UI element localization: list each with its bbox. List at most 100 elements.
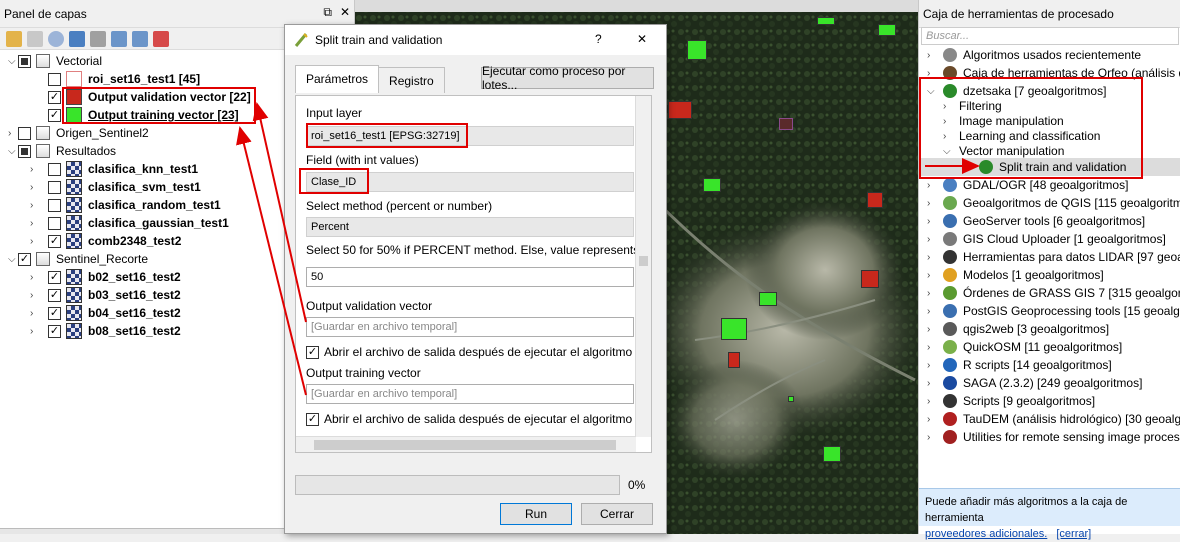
chevron-right-icon[interactable]: › bbox=[30, 164, 40, 175]
dialog-close-button[interactable]: ✕ bbox=[637, 32, 647, 46]
chevron-right-icon[interactable]: › bbox=[927, 396, 937, 407]
toolbox-item[interactable]: › Scripts [9 geoalgoritmos] bbox=[927, 392, 1095, 410]
layer-knn[interactable]: › clasifica_knn_test1 bbox=[30, 160, 198, 178]
group-checkbox[interactable] bbox=[18, 126, 31, 140]
filter-icon[interactable] bbox=[69, 30, 85, 47]
chevron-right-icon[interactable]: › bbox=[30, 236, 40, 247]
chevron-right-icon[interactable]: › bbox=[927, 198, 937, 209]
chevron-right-icon[interactable]: › bbox=[927, 342, 937, 353]
help-button[interactable]: ? bbox=[595, 32, 602, 46]
dialog-titlebar[interactable]: Split train and validation ? ✕ bbox=[285, 25, 666, 55]
chevron-right-icon[interactable]: › bbox=[927, 414, 937, 425]
toolbox-item[interactable]: › Modelos [1 geoalgoritmos] bbox=[927, 266, 1104, 284]
toolbox-item[interactable]: › Geoalgoritmos de QGIS [115 geoalgoritmo… bbox=[927, 194, 1180, 212]
group-vectorial[interactable]: ⌵ Vectorial bbox=[8, 52, 102, 70]
vertical-scrollbar[interactable] bbox=[635, 96, 651, 437]
chevron-right-icon[interactable]: › bbox=[927, 234, 937, 245]
cerrar-button[interactable]: Cerrar bbox=[581, 503, 653, 525]
training-output-field[interactable]: [Guardar en archivo temporal] bbox=[306, 384, 634, 404]
toolbox-item[interactable]: › Órdenes de GRASS GIS 7 [315 geoalgoritm… bbox=[927, 284, 1180, 302]
chevron-down-icon[interactable]: ⌵ bbox=[8, 146, 18, 157]
add-group-icon[interactable] bbox=[27, 30, 43, 47]
chevron-right-icon[interactable]: › bbox=[927, 252, 937, 263]
layer-checkbox[interactable]: ✓ bbox=[48, 234, 61, 248]
remove-layer-icon[interactable] bbox=[153, 30, 169, 47]
run-button[interactable]: Run bbox=[500, 503, 572, 525]
chevron-right-icon[interactable]: › bbox=[927, 432, 937, 443]
batch-process-button[interactable]: Ejecutar como proceso por lotes... bbox=[481, 64, 654, 92]
collapse-all-icon[interactable] bbox=[132, 30, 148, 47]
group-checkbox[interactable] bbox=[18, 54, 31, 68]
chevron-right-icon[interactable]: › bbox=[30, 290, 40, 301]
layer-checkbox[interactable] bbox=[48, 180, 61, 194]
layer-comb[interactable]: › ✓ comb2348_test2 bbox=[30, 232, 181, 250]
toolbox-item[interactable]: › Utilities for remote sensing image proc… bbox=[927, 428, 1180, 446]
visibility-icon[interactable] bbox=[48, 30, 64, 47]
layer-b08[interactable]: › ✓ b08_set16_test2 bbox=[30, 322, 181, 340]
group-checkbox[interactable]: ✓ bbox=[18, 252, 31, 266]
chevron-right-icon[interactable]: › bbox=[927, 306, 937, 317]
chevron-right-icon[interactable]: › bbox=[8, 128, 18, 139]
expression-filter-icon[interactable] bbox=[90, 30, 106, 47]
close-info-link[interactable]: [cerrar] bbox=[1056, 528, 1091, 540]
close-panel-icon[interactable]: ✕ bbox=[340, 5, 350, 20]
group-sentinel[interactable]: ⌵ ✓ Sentinel_Recorte bbox=[8, 250, 148, 268]
layer-checkbox[interactable] bbox=[48, 72, 61, 86]
chevron-right-icon[interactable]: › bbox=[30, 182, 40, 193]
layer-checkbox[interactable]: ✓ bbox=[48, 306, 61, 320]
tab-parametros[interactable]: Parámetros bbox=[295, 65, 380, 93]
group-origen[interactable]: › Origen_Sentinel2 bbox=[8, 124, 149, 142]
open-training-checkbox[interactable]: ✓ Abrir el archivo de salida después de … bbox=[306, 412, 632, 426]
validation-output-field[interactable]: [Guardar en archivo temporal] bbox=[306, 317, 634, 337]
group-resultados[interactable]: ⌵ Resultados bbox=[8, 142, 116, 160]
chevron-right-icon[interactable]: › bbox=[30, 308, 40, 319]
toolbox-item[interactable]: › qgis2web [3 geoalgoritmos] bbox=[927, 320, 1109, 338]
layer-checkbox[interactable]: ✓ bbox=[48, 288, 61, 302]
chevron-right-icon[interactable]: › bbox=[927, 360, 937, 371]
layer-svm[interactable]: › clasifica_svm_test1 bbox=[30, 178, 201, 196]
chevron-right-icon[interactable]: › bbox=[30, 218, 40, 229]
layer-roi[interactable]: roi_set16_test1 [45] bbox=[48, 70, 200, 88]
layer-checkbox[interactable]: ✓ bbox=[48, 270, 61, 284]
toolbox-item[interactable]: › R scripts [14 geoalgoritmos] bbox=[927, 356, 1112, 374]
layer-b04[interactable]: › ✓ b04_set16_test2 bbox=[30, 304, 181, 322]
chevron-right-icon[interactable]: › bbox=[927, 216, 937, 227]
chevron-down-icon[interactable]: ⌵ bbox=[8, 56, 18, 67]
layer-gaussian[interactable]: › clasifica_gaussian_test1 bbox=[30, 214, 229, 232]
percent-input[interactable]: 50 bbox=[306, 267, 634, 287]
layer-checkbox[interactable] bbox=[48, 198, 61, 212]
layer-random[interactable]: › clasifica_random_test1 bbox=[30, 196, 221, 214]
method-select[interactable]: Percent bbox=[306, 217, 634, 237]
chevron-right-icon[interactable]: › bbox=[927, 50, 937, 61]
checkbox-checked-icon[interactable]: ✓ bbox=[306, 345, 319, 359]
chevron-right-icon[interactable]: › bbox=[927, 378, 937, 389]
toolbox-item[interactable]: › SAGA (2.3.2) [249 geoalgoritmos] bbox=[927, 374, 1142, 392]
layer-checkbox[interactable]: ✓ bbox=[48, 324, 61, 338]
chevron-right-icon[interactable]: › bbox=[30, 200, 40, 211]
checkbox-checked-icon[interactable]: ✓ bbox=[306, 412, 319, 426]
toolbox-item[interactable]: › Herramientas para datos LIDAR [97 geoal… bbox=[927, 248, 1180, 266]
chevron-right-icon[interactable]: › bbox=[927, 288, 937, 299]
expand-all-icon[interactable] bbox=[111, 30, 127, 47]
toolbox-item[interactable]: › PostGIS Geoprocessing tools [15 geoalgo… bbox=[927, 302, 1180, 320]
layer-checkbox[interactable]: ✓ bbox=[48, 90, 61, 104]
toolbox-item[interactable]: › TauDEM (análisis hidrológico) [30 geoal… bbox=[927, 410, 1180, 428]
chevron-right-icon[interactable]: › bbox=[927, 180, 937, 191]
chevron-right-icon[interactable]: › bbox=[927, 270, 937, 281]
toolbox-item[interactable]: › GIS Cloud Uploader [1 geoalgoritmos] bbox=[927, 230, 1166, 248]
style-icon[interactable] bbox=[6, 30, 22, 47]
layer-b03[interactable]: › ✓ b03_set16_test2 bbox=[30, 286, 181, 304]
float-panel-icon[interactable]: ⧉ bbox=[323, 5, 332, 20]
tab-registro[interactable]: Registro bbox=[378, 67, 445, 93]
toolbox-item[interactable]: › QuickOSM [11 geoalgoritmos] bbox=[927, 338, 1122, 356]
chevron-right-icon[interactable]: › bbox=[927, 324, 937, 335]
chevron-right-icon[interactable]: › bbox=[30, 326, 40, 337]
layer-checkbox[interactable] bbox=[48, 216, 61, 230]
chevron-down-icon[interactable]: ⌵ bbox=[8, 254, 18, 265]
open-validation-checkbox[interactable]: ✓ Abrir el archivo de salida después de … bbox=[306, 345, 632, 359]
group-checkbox[interactable] bbox=[18, 144, 31, 158]
chevron-right-icon[interactable]: › bbox=[30, 272, 40, 283]
additional-providers-link[interactable]: proveedores adicionales. bbox=[925, 528, 1047, 540]
toolbox-search-input[interactable]: Buscar... bbox=[921, 27, 1179, 45]
layer-b02[interactable]: › ✓ b02_set16_test2 bbox=[30, 268, 181, 286]
